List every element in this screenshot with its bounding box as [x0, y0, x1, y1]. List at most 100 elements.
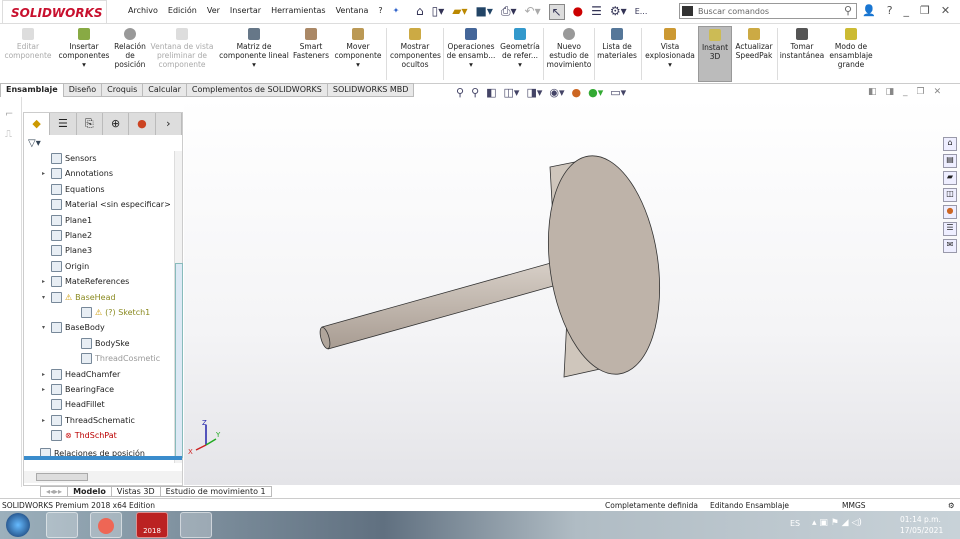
view-settings-icon[interactable]: ▭▾	[610, 86, 626, 99]
tree-item[interactable]: Plane1	[42, 213, 92, 228]
menu-herramientas[interactable]: Herramientas	[271, 6, 326, 15]
featuremanager-tab-icon[interactable]: ◆	[24, 113, 51, 135]
view-palette-icon[interactable]: ◫	[943, 188, 957, 202]
tomar-instantanea-button[interactable]: Tomar instantánea	[778, 28, 826, 60]
scene-icon[interactable]: ●▾	[588, 86, 603, 99]
help-icon[interactable]: ?	[887, 4, 893, 17]
menu-insertar[interactable]: Insertar	[230, 6, 261, 15]
menu-ver[interactable]: Ver	[207, 6, 220, 15]
new-document-icon[interactable]: ▯▾	[432, 4, 445, 20]
open-icon[interactable]: ▰▾	[452, 4, 467, 20]
restore-button[interactable]: ❐	[920, 4, 930, 17]
nuevo-estudio-movimiento-button[interactable]: Nuevo estudio de movimiento	[546, 28, 592, 69]
tree-item[interactable]: Plane3	[42, 243, 92, 258]
pulse-icon[interactable]: ⎍	[5, 129, 12, 140]
minimize-button[interactable]: _	[904, 4, 910, 17]
file-explorer-icon[interactable]: ▰	[943, 171, 957, 185]
menu-help[interactable]: ?	[378, 6, 382, 15]
tree-item[interactable]: ▸ MateReferences	[42, 274, 129, 289]
appearance-icon[interactable]: ●	[572, 86, 582, 99]
tab-ensamblaje[interactable]: Ensamblaje	[0, 83, 64, 97]
clock-time[interactable]: 01:14 p.m.	[900, 515, 941, 524]
firefox-taskbar-icon[interactable]	[90, 512, 122, 538]
scroll-thumb[interactable]	[175, 263, 183, 458]
smart-fasteners-button[interactable]: Smart Fasteners	[292, 28, 330, 60]
matriz-componente-lineal-button[interactable]: Matriz de componente lineal ▾	[218, 28, 290, 69]
tree-item[interactable]: ▸ ThreadSchematic	[42, 413, 135, 428]
dimxpert-tab-icon[interactable]: ⊕	[103, 113, 130, 135]
section-view-icon[interactable]: ◫▾	[504, 86, 520, 99]
tree-item[interactable]: Origin	[42, 259, 89, 274]
ventana-vista-preliminar-button[interactable]: Ventana de vista preliminar de component…	[150, 28, 214, 69]
displaymanager-tab-icon[interactable]: ●	[129, 113, 156, 135]
file-explorer-taskbar-icon[interactable]	[46, 512, 78, 538]
zoom-area-icon[interactable]: ⚲	[471, 86, 479, 99]
operaciones-ensamblaje-button[interactable]: Operaciones de ensamb... ▾	[446, 28, 496, 69]
tree-item[interactable]: HeadFillet	[42, 397, 105, 412]
collapse-arrow-icon[interactable]: ▾	[42, 324, 48, 331]
start-button[interactable]	[6, 513, 30, 537]
language-indicator[interactable]: ES	[790, 519, 800, 528]
forum-icon[interactable]: ✉	[943, 239, 957, 253]
tab-nav-arrows[interactable]: ◂◂▸▸	[40, 486, 69, 497]
resources-home-icon[interactable]: ⌂	[943, 137, 957, 151]
more-label[interactable]: E...	[635, 4, 648, 20]
propertymanager-tab-icon[interactable]: ☰	[50, 113, 77, 135]
mover-componente-button[interactable]: Mover componente ▾	[332, 28, 384, 69]
save-icon[interactable]: ■▾	[476, 4, 493, 20]
tree-item[interactable]: Equations	[42, 182, 105, 197]
lista-materiales-button[interactable]: Lista de materiales	[596, 28, 638, 60]
tab-modelo[interactable]: Modelo	[67, 486, 112, 497]
tab-calcular[interactable]: Calcular	[142, 83, 187, 97]
tree-item[interactable]: Sensors	[42, 151, 97, 166]
geometria-referencia-button[interactable]: Geometría de refer... ▾	[498, 28, 542, 69]
tab-estudio-movimiento[interactable]: Estudio de movimiento 1	[159, 486, 272, 497]
tree-item[interactable]: ▸ HeadChamfer	[42, 367, 120, 382]
tile-right-icon[interactable]: ◨	[886, 87, 895, 97]
mostrar-componentes-ocultos-button[interactable]: Mostrar componentes ocultos	[390, 28, 441, 69]
appearances-icon[interactable]: ●	[943, 205, 957, 219]
viewport-minimize[interactable]: _	[903, 87, 908, 97]
file-properties-icon[interactable]: ☰	[591, 4, 602, 20]
solidworks-taskbar-icon[interactable]: 2018	[136, 512, 168, 538]
expand-arrow-icon[interactable]: ▸	[42, 417, 48, 424]
view-orientation-icon[interactable]: ◨▾	[526, 86, 542, 99]
tab-croquis[interactable]: Croquis	[101, 83, 144, 97]
rebuild-icon[interactable]: ●	[573, 4, 583, 20]
expand-arrow-icon[interactable]: ▸	[42, 278, 48, 285]
menu-edicion[interactable]: Edición	[168, 6, 197, 15]
collapse-arrow-icon[interactable]: ▾	[42, 294, 48, 301]
expand-arrow-icon[interactable]: ▸	[42, 371, 48, 378]
viewport-close[interactable]: ✕	[934, 87, 942, 97]
user-icon[interactable]: 👤	[862, 4, 876, 17]
tree-item[interactable]: Material <sin especificar>	[42, 197, 171, 212]
tree-item[interactable]: ▸ Annotations	[42, 166, 113, 181]
pin-icon[interactable]: ✦	[393, 6, 400, 15]
tree-item[interactable]: ⚠ (?) Sketch1	[72, 305, 150, 320]
viewport-restore[interactable]: ❐	[917, 87, 925, 97]
close-button[interactable]: ✕	[941, 4, 950, 17]
tree-item[interactable]: Plane2	[42, 228, 92, 243]
modo-ensamblaje-grande-button[interactable]: Modo de ensamblaje grande	[828, 28, 874, 69]
display-style-icon[interactable]: ◉▾	[549, 86, 564, 99]
menu-ventana[interactable]: Ventana	[336, 6, 369, 15]
scroll-thumb[interactable]	[36, 473, 88, 481]
tile-left-icon[interactable]: ◧	[868, 87, 877, 97]
print-icon[interactable]: ⎙▾	[501, 4, 517, 20]
configurationmanager-tab-icon[interactable]: ⎘	[77, 113, 103, 135]
tree-horizontal-scrollbar[interactable]	[24, 471, 182, 483]
expand-arrow-icon[interactable]: ▸	[42, 386, 48, 393]
media-player-taskbar-icon[interactable]	[180, 512, 212, 538]
expand-arrow-icon[interactable]: ▸	[42, 170, 48, 177]
clock-date[interactable]: 17/05/2021	[900, 526, 943, 535]
options-gear-icon[interactable]: ⚙▾	[610, 4, 627, 20]
tree-item[interactable]: ▾ BaseBody	[42, 320, 105, 335]
stairs-icon[interactable]: ⌐	[5, 109, 13, 120]
solidworks-logo[interactable]: SOLIDWORKS	[2, 0, 107, 24]
editar-componente-button[interactable]: Editar componente	[2, 28, 54, 60]
filter-icon[interactable]: ▽▾	[28, 138, 41, 149]
tab-complementos[interactable]: Complementos de SOLIDWORKS	[185, 83, 328, 97]
tree-item[interactable]: ▸ BearingFace	[42, 382, 114, 397]
graphics-area[interactable]: Z X Y	[184, 97, 960, 485]
tree-vertical-scrollbar[interactable]	[174, 151, 183, 463]
